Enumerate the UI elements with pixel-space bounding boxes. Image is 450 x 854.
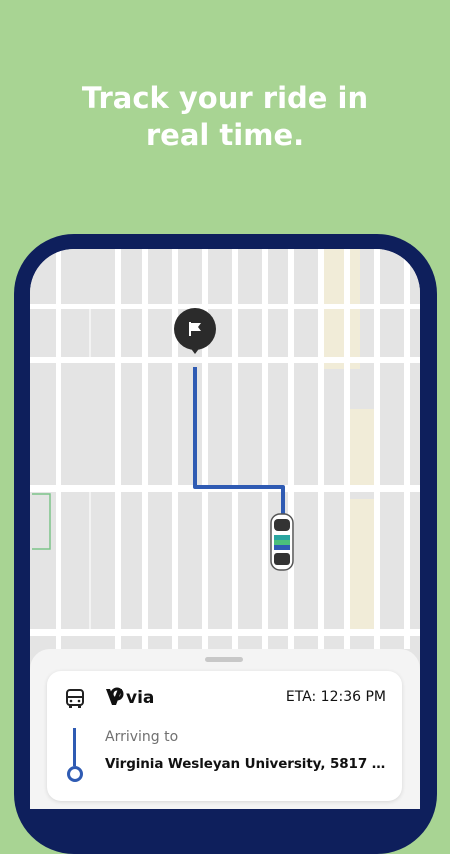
sheet-drag-handle[interactable] xyxy=(205,657,243,662)
ride-sheet[interactable]: via ETA: 12:36 PM Arriving to Virginia W… xyxy=(30,649,420,809)
destination-address: Virginia Wesleyan University, 5817 Wesle… xyxy=(105,756,391,772)
phone-screen: via ETA: 12:36 PM Arriving to Virginia W… xyxy=(30,249,420,809)
car-icon[interactable] xyxy=(270,513,294,571)
headline: Track your ride in real time. xyxy=(0,80,450,154)
headline-line-1: Track your ride in xyxy=(81,81,369,115)
bus-icon xyxy=(66,689,84,708)
headline-line-2: real time. xyxy=(145,118,305,152)
destination-dot xyxy=(67,766,83,782)
flag-icon xyxy=(189,322,201,336)
arriving-label: Arriving to xyxy=(105,729,179,745)
eta-text: ETA: 12:36 PM xyxy=(285,689,386,705)
route-line xyxy=(73,728,76,766)
ride-card[interactable]: via ETA: 12:36 PM Arriving to Virginia W… xyxy=(47,671,402,801)
destination-pin[interactable] xyxy=(174,308,216,354)
brand-text: via xyxy=(126,688,154,708)
via-logo: via xyxy=(106,687,154,708)
